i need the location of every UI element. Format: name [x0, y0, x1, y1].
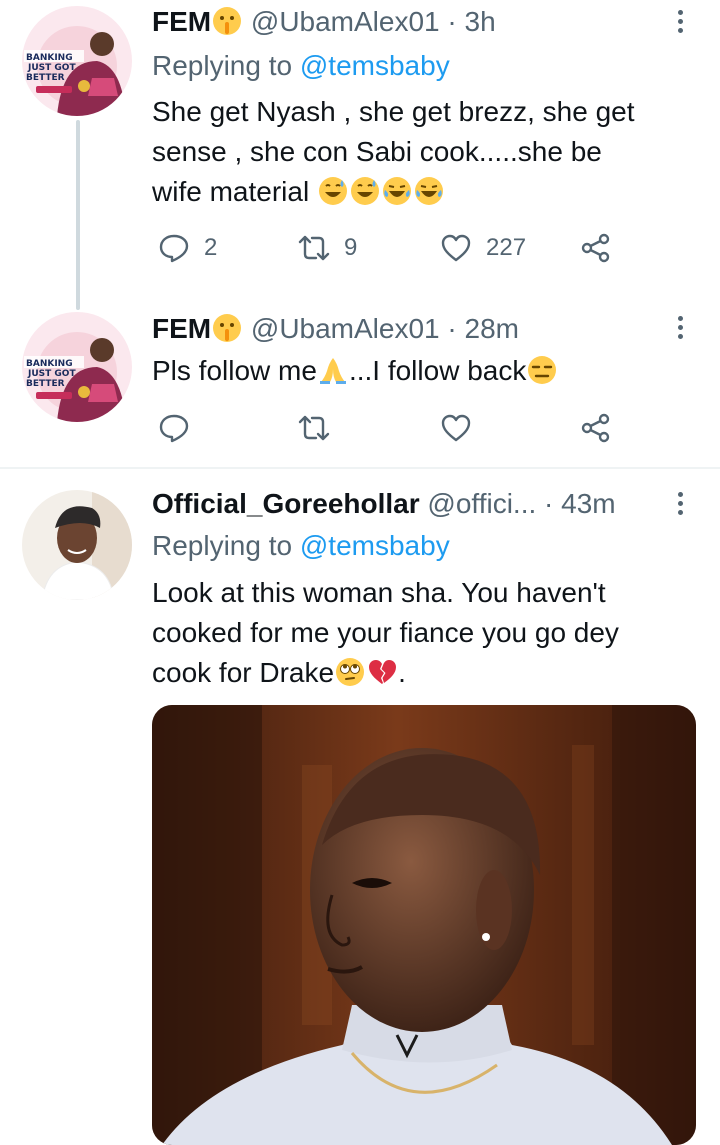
tweet-text: Look at this woman sha. You haven't cook… — [152, 573, 702, 693]
tweet-header: FEM @UbamAlex01 · 28m — [152, 312, 519, 346]
reply-button[interactable]: 2 — [158, 232, 217, 264]
retweet-icon — [298, 235, 330, 261]
avatar[interactable] — [22, 490, 132, 600]
media-photo — [152, 705, 696, 1145]
divider — [0, 467, 720, 469]
tweet-media-image[interactable] — [152, 705, 696, 1145]
handle[interactable]: @UbamAlex01 — [251, 313, 440, 344]
tweet-text: She get Nyash , she get brezz, she get s… — [152, 92, 702, 212]
avatar-image — [22, 490, 132, 600]
display-name[interactable]: Official_Goreehollar — [152, 488, 420, 519]
avatar-image: BANKING JUST GOT BETTER — [22, 312, 132, 422]
tweet-text: Pls follow me ...I follow back — [152, 351, 702, 391]
retweet-icon — [298, 415, 330, 441]
grinning-sweat-icon — [350, 177, 379, 205]
reply-mention-link[interactable]: @temsbaby — [300, 50, 450, 81]
avatar[interactable]: BANKING JUST GOT BETTER — [22, 312, 132, 422]
like-button[interactable] — [440, 412, 472, 444]
retweet-button[interactable]: 9 — [298, 232, 357, 264]
more-options-icon[interactable] — [670, 316, 690, 343]
timestamp[interactable]: · 28m — [447, 313, 519, 344]
reply-count: 2 — [204, 234, 218, 261]
retweet-count: 9 — [344, 234, 358, 261]
tweet-header: Official_Goreehollar @offici... · 43m — [152, 487, 616, 521]
display-name[interactable]: FEM — [152, 6, 211, 37]
thread-line — [76, 120, 80, 310]
folded-hands-icon — [319, 358, 346, 384]
avatar-text-3: BETTER — [26, 73, 65, 83]
replying-to: Replying to @temsbaby — [152, 49, 450, 83]
heart-icon — [441, 414, 471, 442]
reply-icon — [159, 414, 189, 443]
more-options-icon[interactable] — [670, 492, 690, 519]
replying-to-label: Replying to — [152, 530, 300, 561]
share-icon — [581, 233, 610, 263]
tears-of-joy-icon — [414, 177, 443, 205]
avatar-text-3: BETTER — [26, 379, 65, 389]
timestamp[interactable]: · 43m — [544, 488, 616, 519]
avatar-text-1: BANKING — [26, 53, 73, 63]
replying-to-label: Replying to — [152, 50, 300, 81]
retweet-button[interactable] — [298, 412, 330, 444]
tweet-text-line-3-text: wife material — [152, 176, 310, 207]
tears-of-joy-icon — [382, 177, 411, 205]
shushing-face-icon — [213, 7, 242, 35]
face-with-rolling-eyes-icon — [336, 658, 365, 686]
tweet-text-line-3: cook for Drake. — [152, 653, 702, 693]
tweet-text-line-3-text: cook for Drake — [152, 657, 335, 688]
tweet-text-line-2: sense , she con Sabi cook.....she be — [152, 136, 602, 167]
broken-heart-icon — [369, 660, 397, 684]
avatar[interactable]: BANKING JUST GOT BETTER — [22, 6, 132, 116]
tweet-text-end: . — [398, 657, 406, 688]
tweet-header: FEM @UbamAlex01 · 3h — [152, 5, 496, 39]
like-count: 227 — [486, 234, 527, 261]
display-name[interactable]: FEM — [152, 313, 211, 344]
tweet-text-line-3: wife material — [152, 172, 702, 212]
tweet-text-line-1: Look at this woman sha. You haven't — [152, 577, 606, 608]
tweet-text-line-1: She get Nyash , she get brezz, she get — [152, 96, 635, 127]
more-options-icon[interactable] — [670, 10, 690, 37]
handle[interactable]: @UbamAlex01 — [251, 6, 440, 37]
like-button[interactable]: 227 — [440, 232, 526, 264]
expressionless-face-icon — [528, 356, 557, 384]
replying-to: Replying to @temsbaby — [152, 529, 450, 563]
reply-icon — [159, 234, 189, 263]
handle[interactable]: @offici... — [427, 488, 536, 519]
share-button[interactable] — [580, 232, 612, 264]
avatar-text-2: JUST GOT — [27, 63, 76, 73]
heart-icon — [441, 234, 471, 262]
reply-button[interactable] — [158, 412, 190, 444]
shushing-face-icon — [213, 314, 242, 342]
share-icon — [581, 413, 610, 443]
share-button[interactable] — [580, 412, 612, 444]
reply-mention-link[interactable]: @temsbaby — [300, 530, 450, 561]
tweet-text-part-1: Pls follow me — [152, 355, 317, 386]
grinning-sweat-icon — [318, 177, 347, 205]
tweet-text-part-2: ...I follow back — [348, 355, 527, 386]
avatar-text-1: BANKING — [26, 359, 73, 369]
timestamp[interactable]: · 3h — [447, 6, 495, 37]
tweet-text-line-2: cooked for me your fiance you go dey — [152, 617, 619, 648]
avatar-image: BANKING JUST GOT BETTER — [22, 6, 132, 116]
avatar-text-2: JUST GOT — [27, 369, 76, 379]
